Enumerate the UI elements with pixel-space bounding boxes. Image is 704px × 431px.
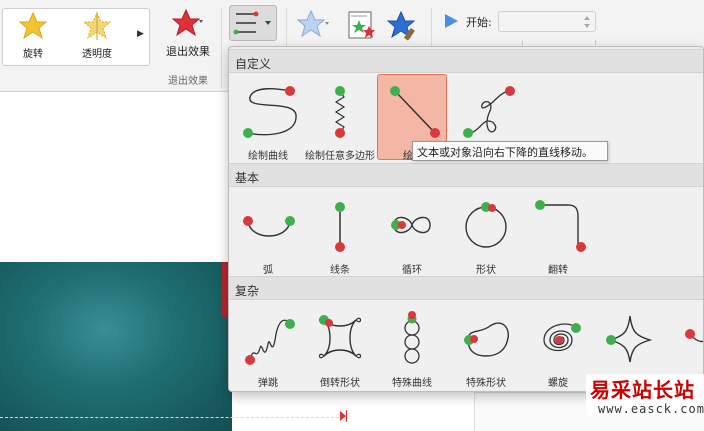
gallery-item-transparency[interactable]: 透明度 xyxy=(69,11,125,60)
path-spiral[interactable]: 螺旋 xyxy=(523,302,593,389)
star-gold-icon xyxy=(18,11,48,40)
partial-path-icon xyxy=(685,329,703,343)
path-end-bar xyxy=(346,410,347,422)
gallery-item-label: 旋转 xyxy=(23,49,43,60)
slide-thumbnail[interactable] xyxy=(0,262,232,431)
path-label: 翻转 xyxy=(548,265,568,276)
path-loop[interactable]: 循环 xyxy=(377,189,447,276)
turn-path-icon xyxy=(535,200,586,252)
spiral-path-icon xyxy=(543,323,581,352)
path-special-curve[interactable]: 特殊曲线 xyxy=(377,302,447,389)
stepper-arrows-icon xyxy=(584,16,590,28)
start-select[interactable] xyxy=(498,11,596,32)
arc-path-icon xyxy=(243,216,295,237)
watermark-url: www.easck.com xyxy=(598,402,704,416)
line-path-icon xyxy=(335,202,345,252)
draw-scribble-path-icon xyxy=(463,86,515,138)
guide-line xyxy=(0,417,344,418)
path-bounce[interactable]: 弹跳 xyxy=(233,302,303,389)
motion-path-icon xyxy=(233,11,271,35)
path-draw-curve[interactable]: 绘制曲线 xyxy=(233,75,303,162)
inverted-shape-path-icon xyxy=(318,315,362,359)
loop-path-icon xyxy=(391,216,431,234)
exit-group-label: 退出效果 xyxy=(168,76,208,87)
exit-effect-label: 退出效果 xyxy=(166,45,210,58)
path-special-shape[interactable]: 特殊形状 xyxy=(451,302,521,389)
path-draw-freeform[interactable]: 绘制任意多边形 xyxy=(305,75,375,162)
path-inverted-shape[interactable]: 倒转形状 xyxy=(305,302,375,389)
effect-gallery: 旋转 透明度 ▶ xyxy=(2,8,150,66)
star-red-icon xyxy=(171,8,203,37)
shape-path-icon xyxy=(465,202,507,248)
start-label: 开始: xyxy=(466,16,492,29)
special-curve-path-icon xyxy=(404,311,420,364)
ribbon-separator xyxy=(221,8,222,88)
gallery-more-arrow-icon[interactable]: ▶ xyxy=(137,29,144,39)
animation-pane-icon[interactable] xyxy=(347,10,379,42)
animation-painter-icon[interactable] xyxy=(387,10,421,42)
motion-path-menu: 自定义 绘制曲线 绘制任意多边形 绘制 xyxy=(228,46,704,392)
section-title: 自定义 xyxy=(235,57,272,71)
star-path-icon xyxy=(606,315,653,363)
bounce-path-icon xyxy=(245,319,295,365)
path-turn[interactable]: 翻转 xyxy=(523,189,593,276)
section-header-complex: 复杂 xyxy=(229,276,703,300)
star-gold-translucent-icon xyxy=(82,11,112,40)
exit-effect-button[interactable]: 退出效果 xyxy=(160,8,216,59)
draw-curve-path-icon xyxy=(243,86,297,138)
play-icon[interactable] xyxy=(443,13,459,29)
section-title: 基本 xyxy=(235,171,260,185)
special-shape-path-icon xyxy=(464,322,509,357)
gallery-item-spin[interactable]: 旋转 xyxy=(5,11,61,60)
section-header-basic: 基本 xyxy=(229,163,703,187)
section-basic: 弧 线条 循环 形状 翻转 xyxy=(229,187,703,277)
tooltip: 文本或对象沿向右下降的直线移动。 xyxy=(412,141,608,161)
star-outline-icon[interactable] xyxy=(296,8,330,42)
path-arc[interactable]: 弧 xyxy=(233,189,303,276)
motion-path-button[interactable] xyxy=(229,5,277,41)
section-header-custom: 自定义 xyxy=(229,49,703,73)
gallery-item-label: 透明度 xyxy=(82,49,112,60)
watermark: 易采站长站 www.easck.com xyxy=(586,374,704,416)
draw-freeform-path-icon xyxy=(334,86,346,138)
draw-line-path-icon xyxy=(390,86,440,138)
watermark-text: 易采站长站 xyxy=(590,378,695,402)
path-line[interactable]: 线条 xyxy=(305,189,375,276)
path-shape[interactable]: 形状 xyxy=(451,189,521,276)
section-title: 复杂 xyxy=(235,284,260,298)
